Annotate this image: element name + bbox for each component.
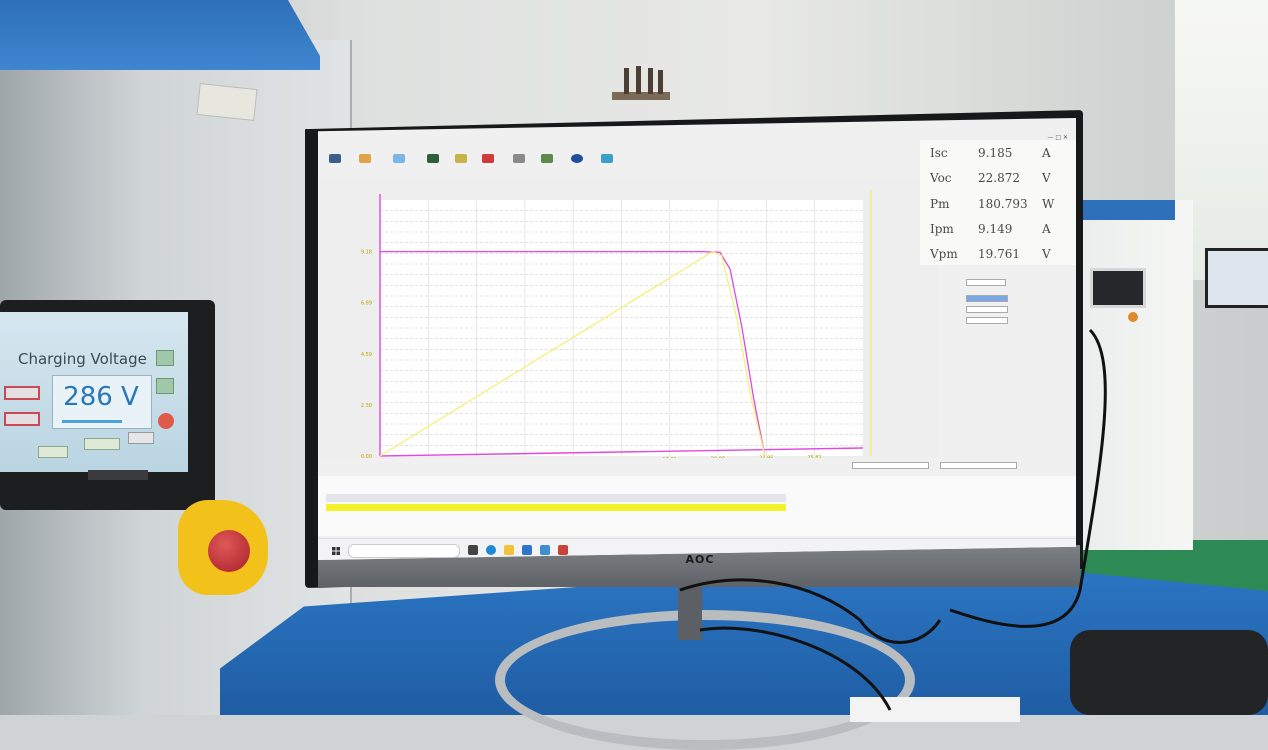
toolbar-item-5[interactable]	[446, 154, 476, 163]
hmi-up-arrow-icon[interactable]	[156, 350, 174, 366]
print-icon	[513, 154, 525, 163]
task-view-icon[interactable]	[468, 545, 478, 555]
hmi-down-arrow-icon[interactable]	[156, 378, 174, 394]
machine-display	[1090, 268, 1146, 308]
bulb-icon	[455, 154, 467, 163]
y-tick-label: 2.30	[361, 403, 372, 409]
hmi-brand-logo	[88, 470, 148, 480]
param-pm-name: Pm	[930, 197, 950, 211]
param-pm-value: 180.793	[978, 197, 1028, 211]
param-isc-name: Isc	[930, 146, 948, 160]
store-icon[interactable]	[522, 545, 532, 555]
param-ipm-name: Ipm	[930, 222, 954, 236]
toolbar-item-3[interactable]	[384, 154, 414, 163]
hmi-button-bottom-left[interactable]	[38, 446, 68, 458]
y-tick-label: 4.59	[361, 352, 372, 358]
cabinet-blue-roof	[0, 0, 320, 70]
hmi-button-middle[interactable]	[4, 412, 40, 426]
export-icon	[541, 154, 553, 163]
toolbar-item-1[interactable]	[320, 154, 350, 163]
toolbar-item-6[interactable]	[473, 154, 503, 163]
param-vpm-unit: V	[1042, 247, 1051, 261]
toolbar-item-7[interactable]	[504, 154, 534, 163]
cabinet-label-tag	[196, 83, 258, 121]
file-explorer-icon[interactable]	[504, 545, 514, 555]
param-voc: Voc 22.872 V	[930, 171, 1051, 185]
toolbar	[318, 154, 918, 178]
param-isc: Isc 9.185 A	[930, 146, 1051, 160]
taskbar-search-input[interactable]	[348, 544, 460, 558]
toolbar-item-8[interactable]	[532, 154, 562, 163]
y-tick-label: 6.89	[361, 301, 372, 307]
param-ipm-value: 9.149	[978, 222, 1013, 236]
param-voc-name: Voc	[930, 171, 952, 185]
hmi-button-top[interactable]	[4, 386, 40, 400]
control-field-1[interactable]	[966, 279, 1006, 286]
measurement-panel: Isc 9.185 A Voc 22.872 V Pm 180.793 W Ip…	[920, 140, 1076, 265]
cables	[679, 328, 1107, 711]
param-isc-unit: A	[1042, 146, 1051, 160]
toolbar-item-4[interactable]	[418, 154, 448, 163]
settings-icon	[359, 154, 371, 163]
toolbar-item-10[interactable]	[592, 154, 622, 163]
edge-icon[interactable]	[486, 545, 496, 555]
image-icon	[427, 154, 439, 163]
param-ipm: Ipm 9.149 A	[930, 222, 1051, 236]
delete-icon	[482, 154, 494, 163]
hmi-value-bar	[62, 420, 122, 423]
monitor-icon	[329, 154, 341, 163]
wall-bracket	[612, 66, 670, 100]
y-tick-label: 0.00	[361, 454, 372, 458]
param-vpm-name: Vpm	[930, 247, 958, 261]
toolbar-item-9[interactable]	[562, 154, 592, 163]
param-voc-unit: V	[1042, 171, 1051, 185]
param-voc-value: 22.872	[978, 171, 1020, 185]
y-tick-label: 9.18	[361, 250, 372, 256]
toolbar-item-2[interactable]	[350, 154, 380, 163]
param-ipm-unit: A	[1042, 222, 1051, 236]
hmi-voltage-value: 286 V	[63, 382, 139, 412]
control-field-3[interactable]	[966, 306, 1008, 313]
background-monitor	[1205, 248, 1268, 308]
chart-icon	[393, 154, 405, 163]
control-field-2[interactable]	[966, 295, 1008, 302]
param-pm-unit: W	[1042, 197, 1055, 211]
app-icon[interactable]	[540, 545, 550, 555]
emergency-stop-button[interactable]	[208, 530, 250, 572]
refresh-icon	[601, 154, 613, 163]
stop-icon	[571, 154, 583, 163]
param-vpm: Vpm 19.761 V	[930, 247, 1051, 261]
param-vpm-value: 19.761	[978, 247, 1020, 261]
hmi-button-bottom-right[interactable]	[128, 432, 154, 444]
param-pm: Pm 180.793 W	[930, 197, 1054, 211]
param-isc-value: 9.185	[978, 146, 1013, 160]
hmi-button-bottom-center[interactable]	[84, 438, 120, 450]
windows-start-icon[interactable]	[332, 547, 340, 555]
hmi-stop-icon[interactable]	[158, 413, 174, 429]
